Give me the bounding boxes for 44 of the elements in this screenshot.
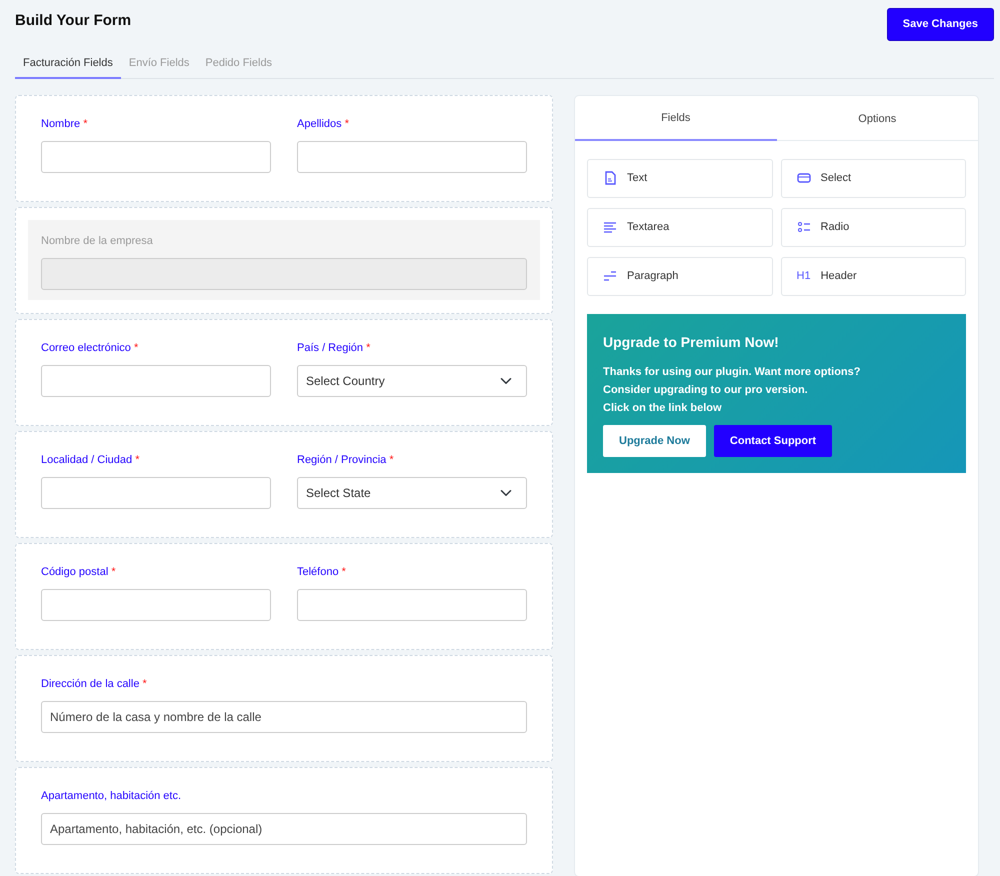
field-label: Teléfono * — [297, 565, 347, 580]
input-field[interactable] — [297, 588, 527, 620]
document-icon — [603, 171, 617, 185]
input-field[interactable]: Apartamento, habitación, etc. (opcional) — [41, 812, 527, 844]
field-type-button[interactable]: Text — [587, 158, 772, 198]
text-lines-icon — [603, 220, 617, 234]
form-tab[interactable]: Facturación Fields — [15, 50, 121, 79]
select-field[interactable]: Select State — [297, 476, 527, 508]
contact-support-button[interactable]: Contact Support — [714, 424, 832, 457]
field-label: Nombre de la empresa — [41, 234, 154, 249]
field-type-button[interactable]: Radio — [780, 208, 966, 246]
field-type-button[interactable]: Select — [780, 158, 966, 198]
promo-text: Thanks for using our plugin. Want more options? — [603, 364, 862, 380]
panel-tab[interactable]: Fields — [575, 96, 776, 140]
promo-text: Click on the link below — [603, 400, 723, 416]
panel-tab[interactable]: Options — [776, 96, 978, 140]
input-field[interactable] — [41, 588, 271, 620]
save-changes-button[interactable]: Save Changes — [886, 8, 994, 40]
select-field[interactable]: Select Country — [297, 364, 527, 396]
promo-title: Upgrade to Premium Now! — [603, 332, 780, 352]
radio-list-icon — [796, 220, 810, 234]
field-type-button[interactable]: Paragraph — [587, 256, 772, 296]
input-field[interactable] — [297, 140, 527, 172]
field-label: Región / Provincia * — [297, 453, 395, 468]
select-box-icon — [796, 171, 810, 185]
paragraph-lines-icon — [603, 269, 617, 283]
field-label: Código postal * — [41, 565, 117, 580]
promo-text: Consider upgrading to our pro version. — [603, 382, 809, 398]
field-type-button[interactable]: H1 Header — [780, 256, 966, 296]
page-title: Build Your Form — [15, 12, 132, 30]
upgrade-now-button[interactable]: Upgrade Now — [603, 424, 706, 457]
field-type-button[interactable]: Textarea — [587, 208, 772, 246]
input-field[interactable] — [41, 140, 271, 172]
input-field[interactable]: Número de la casa y nombre de la calle — [41, 700, 527, 732]
field-label: Correo electrónico * — [41, 341, 140, 356]
field-label: Localidad / Ciudad * — [41, 453, 140, 468]
input-field[interactable] — [41, 364, 271, 396]
field-label: Apellidos * — [297, 117, 350, 132]
field-label: Apartamento, habitación etc. — [41, 789, 182, 804]
input-field[interactable] — [41, 476, 271, 508]
field-label: País / Región * — [297, 341, 372, 356]
field-label: Dirección de la calle * — [41, 677, 148, 692]
heading-icon: H1 — [796, 268, 811, 284]
field-label: Nombre * — [41, 117, 88, 132]
